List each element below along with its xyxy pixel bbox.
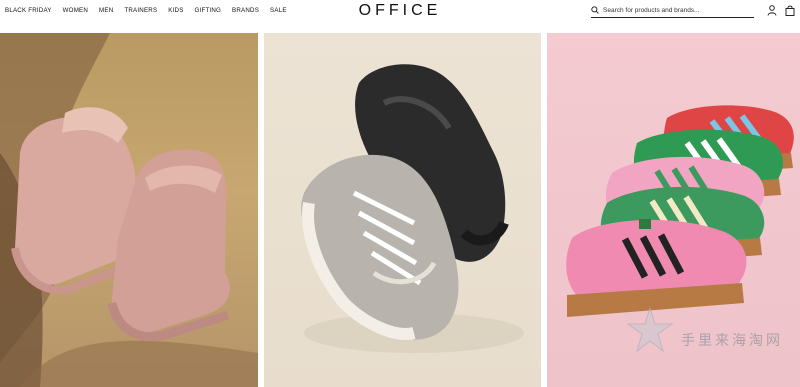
promo-tile-sneakers[interactable] (264, 33, 541, 387)
promo-tile-boots[interactable] (0, 33, 258, 387)
boots-image (0, 33, 258, 387)
shopping-bag-icon[interactable] (785, 5, 795, 16)
watermark-star-icon (626, 306, 674, 353)
site-header: BLACK FRIDAY WOMEN MEN TRAINERS KIDS GIF… (0, 0, 800, 24)
search-input[interactable] (603, 6, 743, 14)
sneakers-image (301, 64, 524, 353)
account-icon[interactable] (767, 5, 777, 16)
search-bar[interactable] (591, 3, 754, 18)
search-icon (591, 6, 599, 14)
watermark-text: 手里来海淘网 (681, 333, 783, 349)
